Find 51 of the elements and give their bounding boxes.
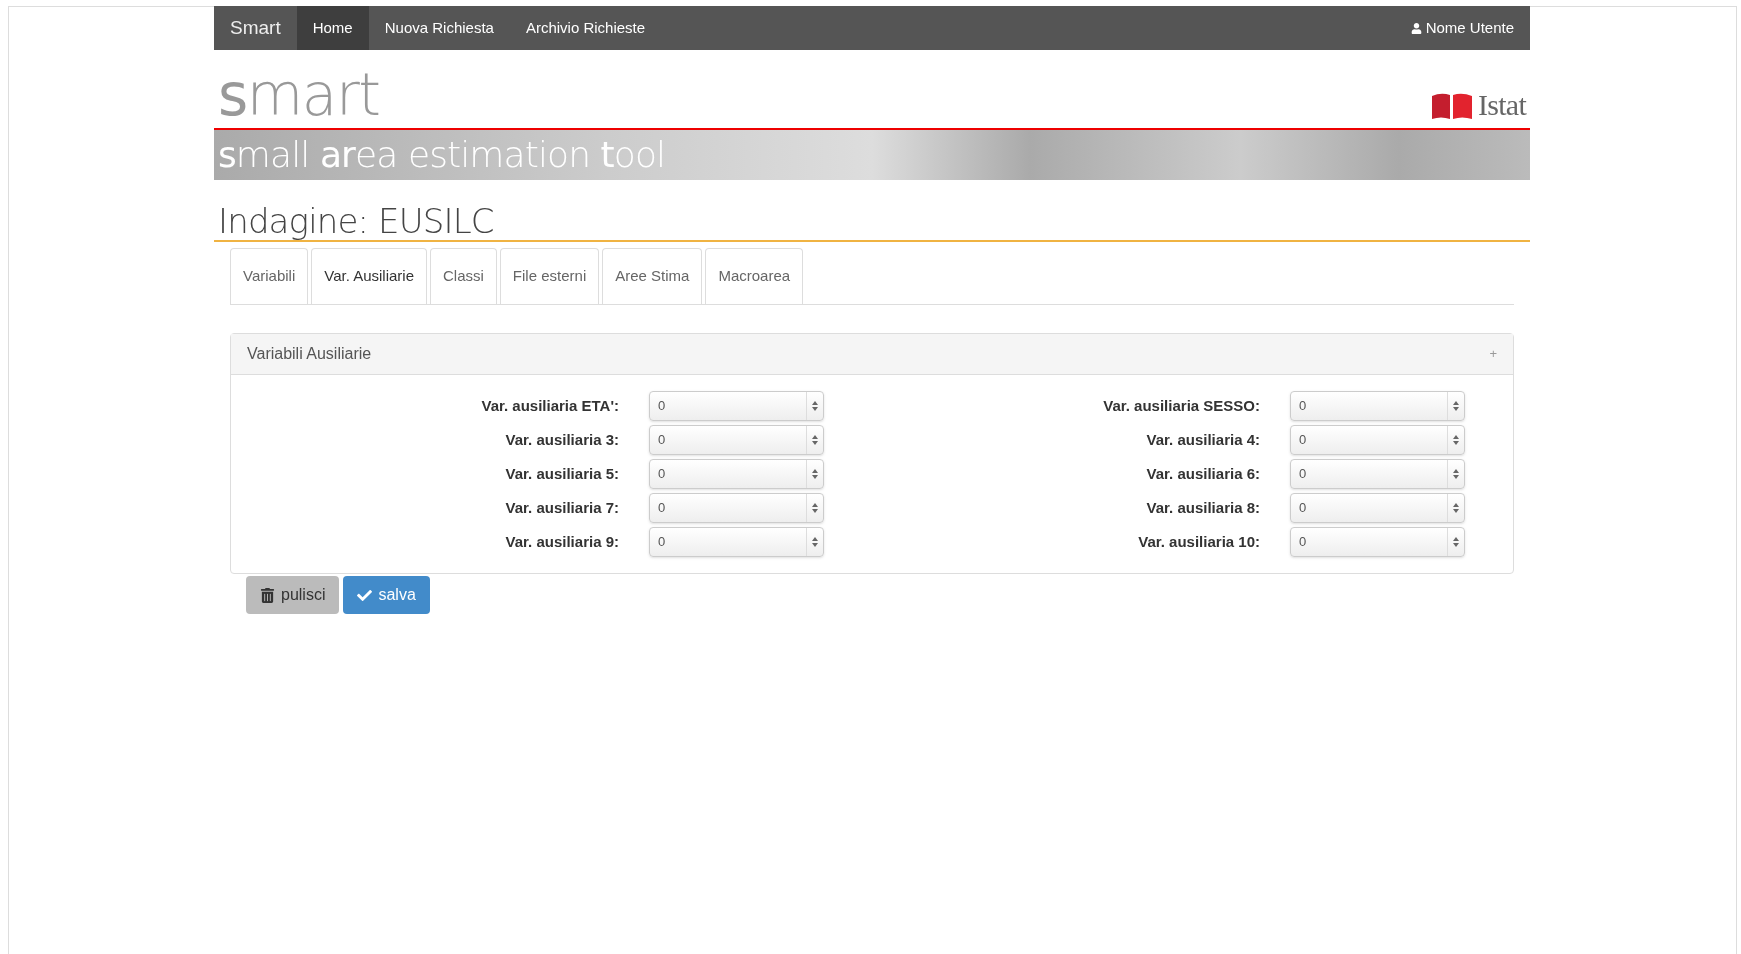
tab[interactable]: File esterni	[499, 248, 600, 304]
nav-item[interactable]: Nuova Richiesta	[368, 6, 510, 50]
tab[interactable]: Var. Ausiliarie	[311, 248, 427, 304]
nav-item[interactable]: Archivio Richieste	[509, 6, 662, 50]
istat-logo-icon	[1430, 92, 1475, 120]
spinner-arrows-icon[interactable]	[1453, 537, 1459, 547]
tab[interactable]: Variabili	[230, 248, 309, 304]
page-title: Indagine: EUSILC	[218, 202, 494, 240]
trash-icon	[260, 587, 275, 603]
spinner-arrows-icon[interactable]	[812, 401, 818, 411]
number-field[interactable]: 0	[1290, 459, 1465, 489]
number-field[interactable]: 0	[649, 391, 824, 421]
field-label: Var. ausiliaria 3:	[504, 429, 620, 450]
spinner-arrows-icon[interactable]	[812, 503, 818, 513]
number-field[interactable]: 0	[1290, 391, 1465, 421]
number-field[interactable]: 0	[649, 425, 824, 455]
field-label: Var. ausiliaria 5:	[504, 463, 620, 484]
tab[interactable]: Classi	[430, 248, 497, 304]
field-label: Var. ausiliaria 6:	[1145, 463, 1261, 484]
spinner-arrows-icon[interactable]	[1453, 401, 1459, 411]
spinner-arrows-icon[interactable]	[812, 435, 818, 445]
spinner-arrows-icon[interactable]	[1453, 435, 1459, 445]
field-label: Var. ausiliaria 8:	[1145, 497, 1261, 518]
field-label: Var. ausiliaria 10:	[1137, 531, 1261, 552]
clear-button[interactable]: pulisci	[246, 576, 340, 614]
spinner-arrows-icon[interactable]	[812, 537, 818, 547]
number-field[interactable]: 0	[1290, 493, 1465, 523]
field-label: Var. ausiliaria 7:	[504, 497, 620, 518]
tab[interactable]: Macroarea	[705, 248, 804, 304]
user-icon	[1410, 22, 1422, 34]
field-label: Var. ausiliaria SESSO:	[1102, 395, 1261, 416]
save-button[interactable]: salva	[343, 576, 430, 614]
number-field[interactable]: 0	[1290, 527, 1465, 557]
spinner-arrows-icon[interactable]	[812, 469, 818, 479]
field-label: Var. ausiliaria 4:	[1145, 429, 1261, 450]
user-menu[interactable]: Nome Utente	[1394, 6, 1530, 50]
field-label: Var. ausiliaria ETA':	[480, 395, 620, 416]
panel-title: Variabili Ausiliarie	[247, 344, 372, 364]
org-name: Istat	[1478, 90, 1526, 120]
app-logo: smart	[218, 66, 380, 124]
spinner-arrows-icon[interactable]	[1453, 469, 1459, 479]
spinner-arrows-icon[interactable]	[1453, 503, 1459, 513]
number-field[interactable]: 0	[649, 459, 824, 489]
field-label: Var. ausiliaria 9:	[504, 531, 620, 552]
number-field[interactable]: 0	[649, 493, 824, 523]
check-icon	[357, 587, 373, 603]
brand[interactable]: Smart	[214, 6, 297, 50]
tab[interactable]: Aree Stima	[602, 248, 703, 304]
number-field[interactable]: 0	[649, 527, 824, 557]
nav-item[interactable]: Home	[296, 6, 369, 50]
number-field[interactable]: 0	[1290, 425, 1465, 455]
